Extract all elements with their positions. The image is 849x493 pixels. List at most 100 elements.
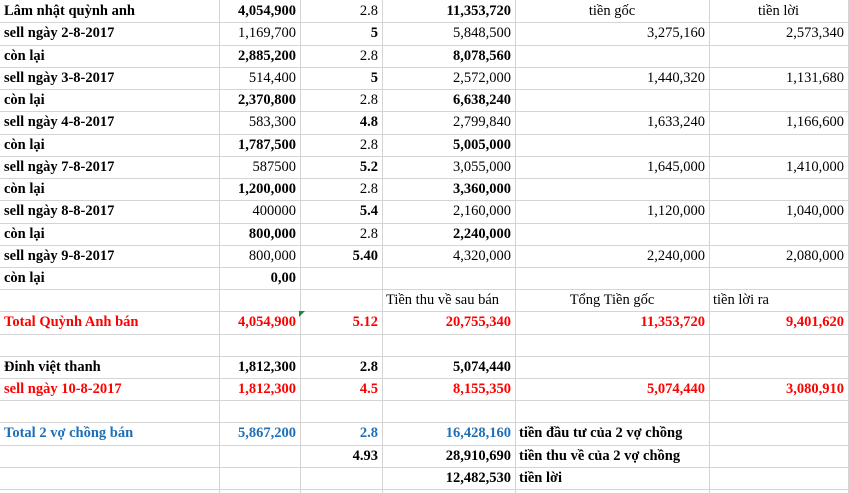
cell-b[interactable]: 1,812,300 xyxy=(219,378,300,400)
cell-c[interactable]: 2.8 xyxy=(300,178,382,200)
cell-d[interactable]: 8,078,560 xyxy=(382,45,515,67)
cell-f[interactable] xyxy=(709,267,848,289)
cell-a[interactable]: sell ngày 8-8-2017 xyxy=(0,200,219,222)
cell-d[interactable]: 5,074,440 xyxy=(382,356,515,378)
cell-a[interactable]: còn lại xyxy=(0,178,219,200)
cell-f[interactable]: 9,401,620 xyxy=(709,311,848,333)
cell-b[interactable]: 400000 xyxy=(219,200,300,222)
cell-f[interactable]: 2,080,000 xyxy=(709,245,848,267)
cell-e[interactable]: tiền lời xyxy=(515,467,709,489)
cell-b[interactable]: 800,000 xyxy=(219,245,300,267)
cell-e[interactable]: 1,120,000 xyxy=(515,200,709,222)
cell-f[interactable] xyxy=(709,134,848,156)
cell-a[interactable] xyxy=(0,334,219,356)
cell-c[interactable]: 4.93 xyxy=(300,445,382,467)
cell-b[interactable]: 800,000 xyxy=(219,223,300,245)
cell-f[interactable]: 1,166,600 xyxy=(709,111,848,133)
cell-f[interactable]: tiền lời ra xyxy=(709,289,848,311)
cell-f[interactable] xyxy=(709,445,848,467)
cell-e[interactable] xyxy=(515,400,709,422)
cell-e[interactable]: tiền thu về của 2 vợ chồng xyxy=(515,445,709,467)
cell-f[interactable] xyxy=(709,422,848,444)
cell-e[interactable] xyxy=(515,334,709,356)
cell-f[interactable] xyxy=(709,334,848,356)
cell-e[interactable]: 3,275,160 xyxy=(515,22,709,44)
cell-e[interactable]: 2,240,000 xyxy=(515,245,709,267)
cell-f[interactable] xyxy=(709,178,848,200)
cell-c[interactable]: 2.8 xyxy=(300,134,382,156)
cell-d[interactable]: 5,005,000 xyxy=(382,134,515,156)
cell-a[interactable]: sell ngày 2-8-2017 xyxy=(0,22,219,44)
cell-a[interactable] xyxy=(0,289,219,311)
cell-b[interactable]: 0,00 xyxy=(219,267,300,289)
cell-e[interactable]: tiền đầu tư của 2 vợ chồng xyxy=(515,422,709,444)
cell-f[interactable] xyxy=(709,223,848,245)
cell-c[interactable]: 2.8 xyxy=(300,45,382,67)
cell-c[interactable]: 5 xyxy=(300,22,382,44)
cell-c[interactable]: 2.8 xyxy=(300,0,382,22)
cell-d[interactable] xyxy=(382,334,515,356)
cell-b[interactable]: 583,300 xyxy=(219,111,300,133)
cell-f[interactable]: 1,131,680 xyxy=(709,67,848,89)
cell-e[interactable]: 1,440,320 xyxy=(515,67,709,89)
cell-d[interactable]: 8,155,350 xyxy=(382,378,515,400)
cell-f[interactable]: 2,573,340 xyxy=(709,22,848,44)
cell-d[interactable]: 20,755,340 xyxy=(382,311,515,333)
cell-e[interactable]: 11,353,720 xyxy=(515,311,709,333)
cell-c[interactable]: 4.8 xyxy=(300,111,382,133)
cell-e[interactable]: 1,633,240 xyxy=(515,111,709,133)
cell-e[interactable] xyxy=(515,45,709,67)
cell-c[interactable] xyxy=(300,400,382,422)
cell-b[interactable]: 587500 xyxy=(219,156,300,178)
cell-f[interactable] xyxy=(709,89,848,111)
cell-d[interactable]: Tiền thu về sau bán xyxy=(382,289,515,311)
cell-a[interactable]: còn lại xyxy=(0,134,219,156)
cell-c[interactable]: 4.5 xyxy=(300,378,382,400)
cell-a[interactable]: sell ngày 4-8-2017 xyxy=(0,111,219,133)
cell-a[interactable] xyxy=(0,467,219,489)
cell-c[interactable]: 2.8 xyxy=(300,223,382,245)
spreadsheet-grid[interactable]: Lâm nhật quỳnh anh 4,054,900 2.8 11,353,720… xyxy=(0,0,849,493)
cell-a[interactable]: còn lại xyxy=(0,223,219,245)
cell-b[interactable]: 514,400 xyxy=(219,67,300,89)
cell-d[interactable] xyxy=(382,400,515,422)
cell-e[interactable] xyxy=(515,134,709,156)
cell-a[interactable]: còn lại xyxy=(0,45,219,67)
cell-b[interactable]: 5,867,200 xyxy=(219,422,300,444)
cell-a[interactable]: Đinh việt thanh xyxy=(0,356,219,378)
cell-a[interactable]: sell ngày 7-8-2017 xyxy=(0,156,219,178)
cell-c[interactable]: 5.2 xyxy=(300,156,382,178)
cell-c[interactable] xyxy=(300,467,382,489)
cell-a[interactable]: còn lại xyxy=(0,267,219,289)
cell-a[interactable]: Total 2 vợ chồng bán xyxy=(0,422,219,444)
cell-d[interactable]: 28,910,690 xyxy=(382,445,515,467)
cell-b[interactable] xyxy=(219,467,300,489)
cell-c[interactable]: 5.4 xyxy=(300,200,382,222)
cell-b[interactable]: 4,054,900 xyxy=(219,0,300,22)
cell-f[interactable] xyxy=(709,467,848,489)
cell-b[interactable] xyxy=(219,334,300,356)
cell-e[interactable] xyxy=(515,267,709,289)
cell-b[interactable] xyxy=(219,289,300,311)
cell-a[interactable]: còn lại xyxy=(0,89,219,111)
cell-d[interactable]: 4,320,000 xyxy=(382,245,515,267)
cell-f[interactable]: tiền lời xyxy=(709,0,848,22)
cell-a[interactable]: sell ngày 10-8-2017 xyxy=(0,378,219,400)
cell-e[interactable]: 1,645,000 xyxy=(515,156,709,178)
cell-f[interactable] xyxy=(709,356,848,378)
cell-a[interactable]: sell ngày 3-8-2017 xyxy=(0,67,219,89)
cell-d[interactable]: 11,353,720 xyxy=(382,0,515,22)
cell-e[interactable] xyxy=(515,178,709,200)
cell-b[interactable]: 2,370,800 xyxy=(219,89,300,111)
cell-d[interactable]: 3,055,000 xyxy=(382,156,515,178)
cell-c[interactable] xyxy=(300,289,382,311)
comment-indicator-icon[interactable] xyxy=(299,311,305,317)
cell-d[interactable]: 2,572,000 xyxy=(382,67,515,89)
cell-e[interactable]: tiền gốc xyxy=(515,0,709,22)
cell-c[interactable]: 2.8 xyxy=(300,89,382,111)
cell-b[interactable]: 1,812,300 xyxy=(219,356,300,378)
cell-d[interactable]: 3,360,000 xyxy=(382,178,515,200)
cell-f[interactable] xyxy=(709,45,848,67)
cell-c[interactable]: 5.40 xyxy=(300,245,382,267)
cell-a[interactable]: sell ngày 9-8-2017 xyxy=(0,245,219,267)
